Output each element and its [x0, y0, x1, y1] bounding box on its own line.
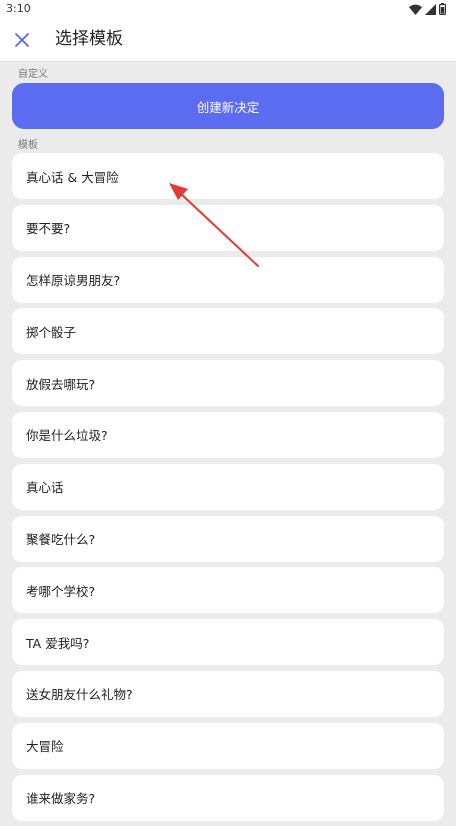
template-list: 真心话 & 大冒险 要不要? 怎样原谅男朋友? 掷个骰子放假去哪玩? 你是什么垃圾? 真心… [12, 153, 444, 826]
template-item[interactable]: 真心话 [12, 463, 444, 510]
template-item[interactable]: 放假去哪玩? [12, 360, 444, 407]
template-item[interactable]: 要不要? [12, 204, 444, 251]
template-item[interactable]: 怎样原谅男朋友? [12, 256, 444, 303]
create-new-decision-button[interactable]: 创建新决定 [12, 83, 444, 129]
template-item[interactable]: 真心话 & 大冒险 [12, 153, 444, 199]
status-bar: 3:10 [0, 0, 456, 18]
close-icon [15, 33, 29, 47]
status-time: 3:10 [6, 2, 31, 15]
template-item[interactable]: 谁来做家务? [12, 774, 444, 821]
template-item[interactable]: 考哪个学校? [12, 567, 444, 614]
wifi-icon [409, 4, 422, 15]
template-item[interactable]: TA 爱我吗? [12, 619, 444, 666]
battery-icon [439, 3, 446, 15]
template-item[interactable]: 你是什么垃圾? [12, 411, 444, 458]
close-button[interactable] [8, 26, 36, 54]
signal-icon [425, 3, 436, 15]
page-title: 选择模板 [55, 29, 123, 49]
app-bar: 选择模板 [0, 18, 456, 62]
template-item[interactable]: 掷个骰子 [12, 308, 444, 355]
custom-section-label: 自定义 [18, 69, 48, 80]
template-item[interactable]: 聚餐吃什么? [12, 515, 444, 562]
template-item[interactable]: 大冒险 [12, 722, 444, 769]
template-item[interactable]: 送女朋友什么礼物? [12, 670, 444, 717]
status-icons [409, 3, 446, 15]
template-section-label: 模板 [18, 140, 38, 151]
